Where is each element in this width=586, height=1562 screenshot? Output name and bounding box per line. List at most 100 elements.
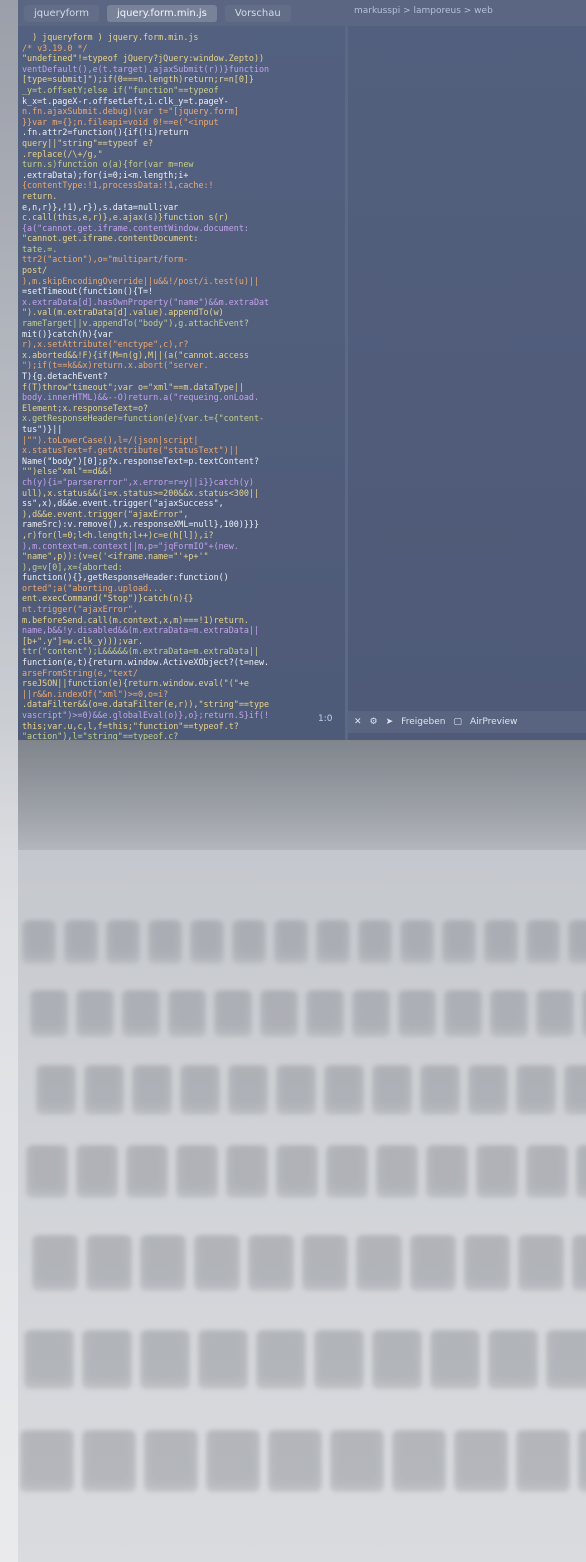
keyboard-row — [18, 1235, 586, 1293]
keyboard-key — [190, 920, 224, 964]
keyboard-key — [232, 920, 266, 964]
code-line: "name",p)):(v=e('<iframe.name="'+p+'" — [22, 551, 209, 562]
keyboard-row — [18, 1330, 586, 1389]
code-line: function(){},getResponseHeader:function(… — [22, 572, 229, 583]
keyboard-key — [36, 1065, 76, 1115]
keyboard-row — [18, 1430, 586, 1492]
code-line: ) jqueryform ) jquery.form.min.js — [22, 32, 199, 42]
keyboard-key — [324, 1065, 364, 1115]
code-line: ),g=v[0],x={aborted: — [22, 561, 123, 572]
keyboard-key — [526, 920, 560, 964]
code-line: k_x=t.pageX-r.offsetLeft,i.clk_y=t.pageY… — [22, 95, 229, 106]
keyboard-key — [176, 1145, 218, 1198]
code-line: m.beforeSend.call(m.context,x,m)===!1)re… — [22, 614, 249, 625]
keyboard-key — [86, 1235, 132, 1291]
code-line: orted";a("aborting.upload... — [22, 582, 164, 593]
editor-tab-bar: jqueryform jquery.form.min.js Vorschau — [18, 0, 586, 26]
code-line: .extraData);for(i=0;i<m.length;i+ — [22, 169, 189, 180]
laptop-bezel — [18, 740, 586, 850]
code-line: ull),x.status&&(i=x.status>=200&&x.statu… — [22, 487, 259, 498]
editor-status-bar: ✕ ⚙ ➤ Freigeben ▢ AirPreview — [348, 711, 586, 733]
keyboard-key — [76, 990, 114, 1037]
code-line: {contentType:!1,processData:!1,cache:! — [22, 180, 214, 191]
keyboard-key — [106, 920, 140, 964]
code-line: .fn.attr2=function(){if(!i)return — [22, 127, 189, 138]
code-line: ventDefault(),e(t.target).ajaxSubmit(r))… — [22, 63, 270, 74]
keyboard-key — [140, 1330, 190, 1389]
keyboard-key — [372, 1330, 422, 1389]
keyboard-key — [576, 1145, 586, 1198]
code-line: tate.=. — [22, 243, 58, 254]
code-line: c.call(this,e,r)},e.ajax(s)}function s(r… — [22, 212, 229, 223]
keyboard-key — [376, 1145, 418, 1198]
keyboard-key — [214, 990, 252, 1037]
code-line: "cannot.get.iframe.contentDocument: — [22, 233, 199, 244]
keyboard-key — [248, 1235, 294, 1291]
keyboard-key — [356, 1235, 402, 1291]
keyboard-key — [228, 1065, 268, 1115]
code-line: .dataFilter&&(o=e.dataFilter(e,r)),"stri… — [22, 699, 270, 710]
keyboard-key — [454, 1430, 508, 1492]
keyboard-key — [410, 1235, 456, 1291]
code-line: ss",x),d&&e.event.trigger("ajaxSuccess", — [22, 498, 224, 509]
code-line: }}var m={};n.fileapi=void 0!==e("<input — [22, 116, 219, 127]
code-line: rameTarget||v.appendTo("body"),g.attachE… — [22, 318, 249, 329]
keyboard-key — [82, 1330, 132, 1389]
keyboard-key — [82, 1430, 136, 1492]
keyboard-key — [24, 1330, 74, 1389]
keyboard-key — [226, 1145, 268, 1198]
share-icon: ➤ — [385, 717, 394, 727]
keyboard-key — [194, 1235, 240, 1291]
keyboard-row — [18, 1145, 586, 1203]
code-line: "")else"xml"==d&&! — [22, 466, 113, 477]
keyboard-key — [568, 920, 586, 964]
keyboard-key — [468, 1065, 508, 1115]
gear-icon: ⚙ — [369, 717, 378, 727]
keyboard-key — [400, 920, 434, 964]
tab-jquery-form-min: jquery.form.min.js — [106, 4, 217, 22]
tab-jqueryform: jqueryform — [24, 4, 99, 22]
keyboard-key — [442, 920, 476, 964]
keyboard-row — [18, 1065, 586, 1123]
code-line: ch(y){i="parsererror",x.error=r=y||i}}ca… — [22, 476, 254, 487]
keyboard-row — [18, 920, 586, 978]
code-line: x.statusText=f.getAttribute("statusText"… — [22, 445, 239, 456]
code-line: function(e,t){return.window.ActiveXObjec… — [22, 657, 270, 668]
keyboard-key — [20, 1430, 74, 1492]
blurred-left-edge — [0, 0, 18, 1562]
code-line: ent.execCommand("Stop")}catch(n){} — [22, 593, 194, 604]
keyboard-key — [76, 1145, 118, 1198]
code-line: e,n,r)},!1),r}),s.data=null;var — [22, 201, 179, 212]
keyboard-key — [276, 1065, 316, 1115]
code-line: [b+".y"]=w.clk_y)));var. — [22, 635, 144, 646]
keyboard-key — [358, 920, 392, 964]
code-line: ,r)for(l=0;l<h.length;l++)c=e(h[l]),i? — [22, 529, 214, 540]
keyboard-key — [314, 1330, 364, 1389]
preview-icon: ▢ — [453, 717, 462, 727]
keyboard-key — [260, 990, 298, 1037]
keyboard-key — [536, 990, 574, 1037]
share-label: Freigeben — [401, 717, 446, 727]
code-line: x.extraData[d].hasOwnProperty("name")&&m… — [22, 296, 270, 307]
code-line: mit()}catch(h){var — [22, 328, 113, 339]
keyboard-key — [268, 1430, 322, 1492]
keyboard-key — [168, 990, 206, 1037]
keyboard-key — [330, 1430, 384, 1492]
code-line: |"").toLowerCase(),l=/(json|script| — [22, 434, 199, 445]
code-line: body.innerHTML)&&--O)return.a("requeing.… — [22, 392, 259, 403]
keyboard-key — [32, 1235, 78, 1291]
keyboard-key — [352, 990, 390, 1037]
keyboard-keys — [18, 920, 586, 1540]
keyboard-key — [302, 1235, 348, 1291]
code-line: =setTimeout(function(){T=! — [22, 286, 154, 297]
keyboard-key — [484, 920, 518, 964]
code-line: ttr("content");L&&&&&(m.extraData=m.extr… — [22, 646, 259, 657]
keyboard-key — [126, 1145, 168, 1198]
code-line: rameSrc):v.remove(),x.responseXML=null},… — [22, 519, 259, 530]
code-line: ),m.skipEncodingOverride||u&&!/post/i.te… — [22, 275, 259, 286]
code-line: vascript")>=0)&&e.globalEval(o)},o};retu… — [22, 710, 270, 720]
keyboard-key — [306, 990, 344, 1037]
keyboard-key — [490, 990, 528, 1037]
keyboard-key — [578, 1430, 586, 1492]
keyboard-key — [572, 1235, 586, 1291]
